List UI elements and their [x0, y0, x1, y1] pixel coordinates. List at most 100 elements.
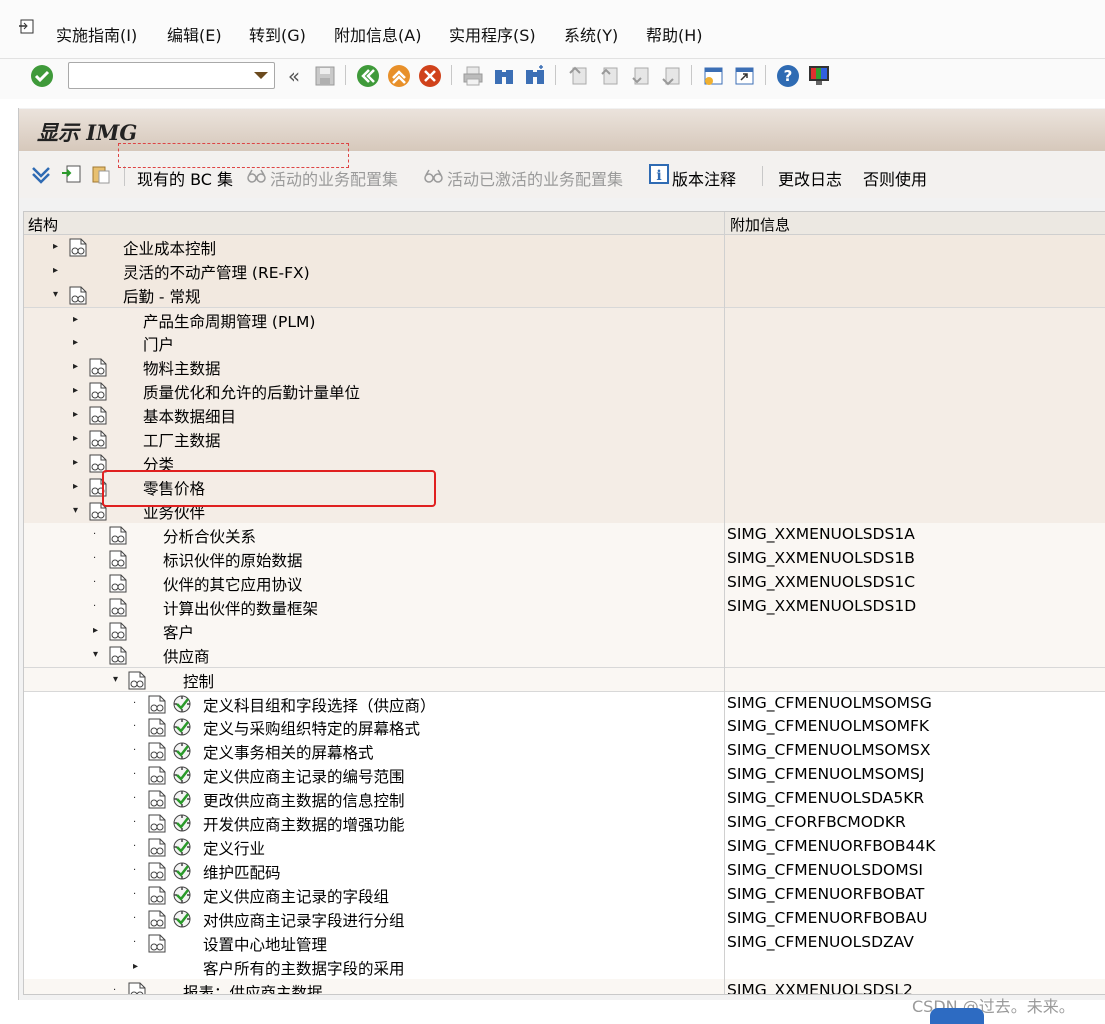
- documentation-icon[interactable]: [148, 814, 166, 833]
- active-bc-button[interactable]: 活动的业务配置集: [270, 166, 398, 190]
- tree-node-label[interactable]: 物料主数据: [143, 357, 221, 379]
- execute-activity-icon[interactable]: [172, 837, 192, 857]
- tree-row[interactable]: ▸ 工厂主数据: [24, 427, 1105, 451]
- tree-row[interactable]: ▸ 质量优化和允许的后勤计量单位: [24, 379, 1105, 403]
- back-icon[interactable]: [355, 63, 381, 89]
- expand-arrow-icon[interactable]: ▸: [133, 961, 138, 972]
- tree-row[interactable]: ▸ 灵活的不动产管理 (RE-FX): [24, 259, 1105, 283]
- tree-node-label[interactable]: 供应商: [163, 645, 210, 667]
- last-page-icon[interactable]: [658, 63, 684, 89]
- tree-node-label[interactable]: 开发供应商主数据的增强功能: [203, 813, 405, 835]
- first-page-icon[interactable]: [565, 63, 591, 89]
- tree-row[interactable]: ▾ 供应商: [24, 643, 1105, 667]
- tree-node-label[interactable]: 伙伴的其它应用协议: [163, 573, 303, 595]
- system-menu-icon[interactable]: [18, 18, 38, 36]
- tree-row[interactable]: · 定义事务相关的屏幕格式 SIMG_CFMENUOLMSOMSX: [24, 739, 1105, 763]
- tree-row[interactable]: · 定义供应商主记录的编号范围 SIMG_CFMENUOLMSOMSJ: [24, 763, 1105, 787]
- documentation-icon[interactable]: [148, 790, 166, 809]
- tree-node-label[interactable]: 企业成本控制: [123, 237, 216, 259]
- tree-row[interactable]: · 标识伙伴的原始数据 SIMG_XXMENUOLSDS1B: [24, 547, 1105, 571]
- cancel-icon[interactable]: [417, 63, 443, 89]
- documentation-icon[interactable]: [69, 286, 87, 305]
- find-next-icon[interactable]: [522, 63, 548, 89]
- documentation-icon[interactable]: [148, 886, 166, 905]
- execute-activity-icon[interactable]: [172, 885, 192, 905]
- collapse-arrow-icon[interactable]: ▾: [53, 289, 58, 300]
- menu-help[interactable]: 帮助(H): [646, 22, 703, 46]
- release-notes-button[interactable]: 版本注释: [672, 166, 736, 190]
- documentation-icon[interactable]: [148, 742, 166, 761]
- tree-row[interactable]: ▸ 客户所有的主数据字段的采用: [24, 955, 1105, 979]
- tree-row[interactable]: · 伙伴的其它应用协议 SIMG_XXMENUOLSDS1C: [24, 571, 1105, 595]
- shortcut-icon[interactable]: [731, 63, 757, 89]
- tree-node-label[interactable]: 基本数据细目: [143, 405, 236, 427]
- documentation-icon[interactable]: [148, 862, 166, 881]
- tree-node-label[interactable]: 更改供应商主数据的信息控制: [203, 789, 405, 811]
- where-used-button[interactable]: 否则使用: [863, 166, 927, 190]
- tree-node-label[interactable]: 客户: [163, 621, 194, 643]
- exit-icon[interactable]: [386, 63, 412, 89]
- tree-row[interactable]: · 更改供应商主数据的信息控制 SIMG_CFMENUOLSDA5KR: [24, 787, 1105, 811]
- tree-node-label[interactable]: 标识伙伴的原始数据: [163, 549, 303, 571]
- expand-arrow-icon[interactable]: ▸: [73, 457, 78, 468]
- find-icon[interactable]: [491, 63, 517, 89]
- menu-goto[interactable]: 转到(G): [249, 22, 306, 46]
- expand-all-icon[interactable]: [28, 161, 54, 187]
- tree-row[interactable]: · 维护匹配码 SIMG_CFMENUOLSDOMSI: [24, 859, 1105, 883]
- tree-node-label[interactable]: 质量优化和允许的后勤计量单位: [143, 381, 360, 403]
- expand-arrow-icon[interactable]: ▸: [93, 625, 98, 636]
- tree-node-label[interactable]: 分析合伙关系: [163, 525, 256, 547]
- collapse-arrow-icon[interactable]: ▾: [113, 674, 118, 685]
- documentation-icon[interactable]: [148, 695, 166, 714]
- collapse-subtree-icon[interactable]: [58, 161, 84, 187]
- tree-node-label[interactable]: 定义与采购组织特定的屏幕格式: [203, 717, 420, 739]
- tree-node-label[interactable]: 报表：供应商主数据: [183, 981, 323, 994]
- tree-row[interactable]: ▸ 基本数据细目: [24, 403, 1105, 427]
- new-session-icon[interactable]: [700, 63, 726, 89]
- tree-node-label[interactable]: 工厂主数据: [143, 429, 221, 451]
- tree-node-label[interactable]: 对供应商主记录字段进行分组: [203, 909, 405, 931]
- collapse-arrow-icon[interactable]: ▾: [93, 649, 98, 660]
- documentation-icon[interactable]: [109, 574, 127, 593]
- execute-activity-icon[interactable]: [172, 694, 192, 714]
- execute-activity-icon[interactable]: [172, 813, 192, 833]
- collapse-arrow-icon[interactable]: ▾: [73, 505, 78, 516]
- expand-arrow-icon[interactable]: ▸: [73, 481, 78, 492]
- tree-node-label[interactable]: 定义事务相关的屏幕格式: [203, 741, 374, 763]
- activated-bc-button[interactable]: 活动已激活的业务配置集: [447, 166, 623, 190]
- column-header-info[interactable]: 附加信息: [730, 214, 790, 235]
- documentation-icon[interactable]: [148, 838, 166, 857]
- tree-node-label[interactable]: 定义科目组和字段选择（供应商）: [203, 694, 436, 716]
- expand-arrow-icon[interactable]: ▸: [73, 433, 78, 444]
- menu-edit[interactable]: 编辑(E): [167, 22, 222, 46]
- documentation-icon[interactable]: [109, 622, 127, 641]
- next-page-icon[interactable]: [627, 63, 653, 89]
- tree-node-label[interactable]: 门户: [143, 333, 174, 355]
- tree-row[interactable]: · 对供应商主记录字段进行分组 SIMG_CFMENUORFBOBAU: [24, 907, 1105, 931]
- execute-activity-icon[interactable]: [172, 765, 192, 785]
- tree-node-label[interactable]: 计算出伙伴的数量框架: [163, 597, 318, 619]
- clipboard-icon[interactable]: [88, 161, 114, 187]
- expand-arrow-icon[interactable]: ▸: [53, 265, 58, 276]
- execute-activity-icon[interactable]: [172, 909, 192, 929]
- menu-guide[interactable]: 实施指南(I): [56, 22, 137, 46]
- tree-row[interactable]: · 定义供应商主记录的字段组 SIMG_CFMENUORFBOBAT: [24, 883, 1105, 907]
- documentation-icon[interactable]: [109, 598, 127, 617]
- tree-row[interactable]: · 分析合伙关系 SIMG_XXMENUOLSDS1A: [24, 523, 1105, 547]
- collapse-icon[interactable]: «: [281, 63, 307, 89]
- expand-arrow-icon[interactable]: ▸: [73, 409, 78, 420]
- command-field[interactable]: [68, 62, 275, 89]
- documentation-icon[interactable]: [89, 406, 107, 425]
- expand-arrow-icon[interactable]: ▸: [73, 385, 78, 396]
- tree-node-label[interactable]: 定义行业: [203, 837, 265, 859]
- documentation-icon[interactable]: [109, 550, 127, 569]
- documentation-icon[interactable]: [148, 934, 166, 953]
- execute-activity-icon[interactable]: [172, 861, 192, 881]
- execute-activity-icon[interactable]: [172, 789, 192, 809]
- documentation-icon[interactable]: [109, 646, 127, 665]
- tree-row[interactable]: · 定义科目组和字段选择（供应商） SIMG_CFMENUOLMSOMSG: [24, 691, 1105, 715]
- tree-node-label[interactable]: 灵活的不动产管理 (RE-FX): [123, 261, 310, 283]
- documentation-icon[interactable]: [128, 671, 146, 690]
- tree-node-label[interactable]: 定义供应商主记录的字段组: [203, 885, 389, 907]
- menu-system[interactable]: 系统(Y): [564, 22, 618, 46]
